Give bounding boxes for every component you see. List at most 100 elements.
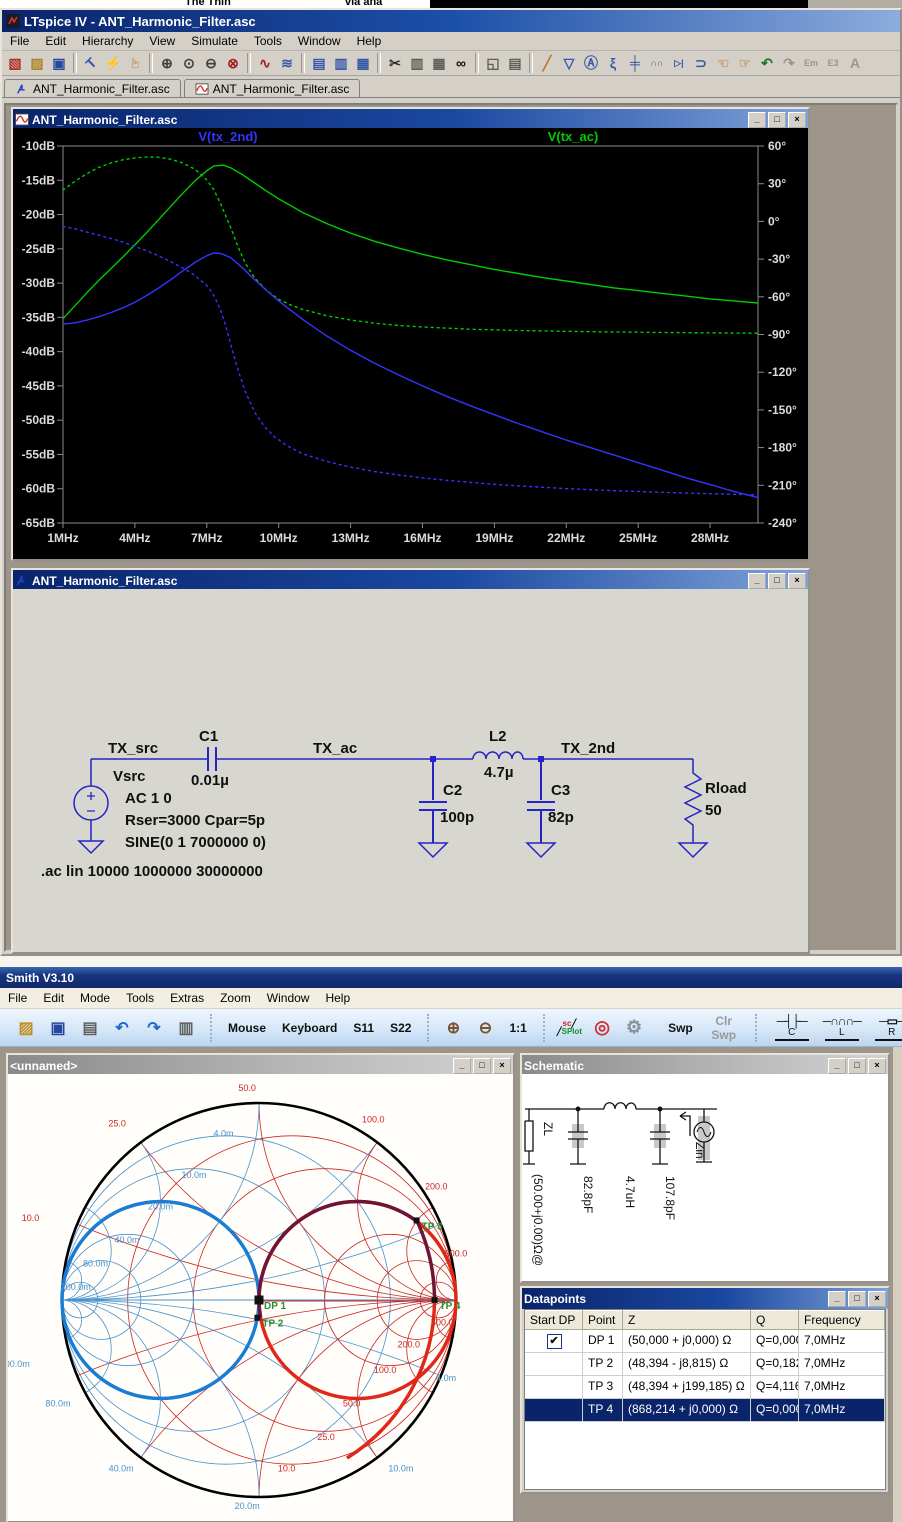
- minimize-button[interactable]: _: [453, 1057, 471, 1074]
- column-header-start-dp[interactable]: Start DP: [525, 1310, 583, 1329]
- redo-icon[interactable]: ↷: [142, 1018, 166, 1038]
- cut-icon[interactable]: ✂: [384, 52, 406, 74]
- table-row[interactable]: ✔ DP 1 (50,000 + j0,000) Ω Q=0,000 7,0MHz: [525, 1330, 885, 1353]
- copy-icon[interactable]: ▥: [174, 1018, 198, 1038]
- cascade-windows-icon[interactable]: ▦: [352, 52, 374, 74]
- table-row[interactable]: TP 2 (48,394 - j8,815) Ω Q=0,182 7,0MHz: [525, 1353, 885, 1376]
- open-file-icon[interactable]: ▨: [26, 52, 48, 74]
- edit-attributes-icon[interactable]: Em: [800, 52, 822, 74]
- maximize-button[interactable]: □: [473, 1057, 491, 1074]
- target-circles-icon[interactable]: ◎: [590, 1017, 614, 1038]
- table-row[interactable]: TP 3 (48,394 + j199,185) Ω Q=4,116 7,0MHz: [525, 1376, 885, 1399]
- ltspice-schematic-canvas[interactable]: TX_src TX_ac TX_2nd C1 0.01µ C2 100p L2 …: [13, 589, 808, 952]
- menu-mode[interactable]: Mode: [72, 989, 118, 1007]
- menu-extras[interactable]: Extras: [162, 989, 212, 1007]
- close-button[interactable]: ×: [868, 1290, 886, 1307]
- zoom-1to1-button[interactable]: 1:1: [505, 1019, 530, 1037]
- draw-wire-icon[interactable]: ╱: [536, 52, 558, 74]
- column-header-point[interactable]: Point: [583, 1310, 623, 1329]
- print-icon[interactable]: ▤: [504, 52, 526, 74]
- new-schematic-icon[interactable]: ▧: [4, 52, 26, 74]
- tab-schematic[interactable]: ANT_Harmonic_Filter.asc: [4, 79, 181, 97]
- tile-horizontally-icon[interactable]: ▤: [308, 52, 330, 74]
- clear-sweep-button[interactable]: Clr Swp: [705, 1012, 743, 1044]
- maximize-button[interactable]: □: [768, 572, 786, 589]
- smith-titlebar[interactable]: Smith V3.10: [0, 967, 902, 988]
- edit-text-icon[interactable]: E3: [822, 52, 844, 74]
- start-dp-cell[interactable]: [525, 1399, 583, 1421]
- smith-chart-titlebar[interactable]: <unnamed> _ □ ×: [8, 1055, 513, 1076]
- zoom-full-extents-icon[interactable]: ⊙: [178, 52, 200, 74]
- column-header-z[interactable]: Z: [623, 1310, 751, 1329]
- menu-tools[interactable]: Tools: [118, 989, 162, 1007]
- add-resistor-button[interactable]: ─▭─ R: [869, 1015, 902, 1041]
- s22-button[interactable]: S22: [386, 1019, 415, 1037]
- close-button[interactable]: ×: [788, 572, 806, 589]
- open-icon[interactable]: ▨: [14, 1018, 38, 1038]
- sc-splot-icon[interactable]: sc╱ ╱SPlot: [557, 1019, 582, 1036]
- table-row[interactable]: TP 4 (868,214 + j0,000) Ω Q=0,000 7,0MHz: [525, 1399, 885, 1422]
- place-diode-icon[interactable]: ▷|: [668, 52, 690, 74]
- drag-icon[interactable]: ☞: [734, 52, 756, 74]
- bode-plot-area[interactable]: -10dB -15dB -20dB -25dB -30dB -35dB -40dB -45dB…: [13, 128, 808, 559]
- minimize-button[interactable]: _: [748, 572, 766, 589]
- menu-simulate[interactable]: Simulate: [183, 32, 246, 50]
- menu-file[interactable]: File: [2, 32, 37, 50]
- move-icon[interactable]: ☜: [712, 52, 734, 74]
- autorange-y-axis-icon[interactable]: ∿: [254, 52, 276, 74]
- menu-tools[interactable]: Tools: [246, 32, 290, 50]
- menu-hierarchy[interactable]: Hierarchy: [74, 32, 141, 50]
- halt-simulation-icon[interactable]: ☞: [124, 52, 146, 74]
- column-header-q[interactable]: Q: [751, 1310, 799, 1329]
- start-dp-cell[interactable]: [525, 1376, 583, 1398]
- place-ground-icon[interactable]: ▽: [558, 52, 580, 74]
- close-button[interactable]: ×: [868, 1057, 886, 1074]
- print-icon[interactable]: ▤: [78, 1018, 102, 1038]
- place-net-label-icon[interactable]: Ⓐ: [580, 52, 602, 74]
- close-button[interactable]: ×: [788, 111, 806, 128]
- print-preview-icon[interactable]: ◱: [482, 52, 504, 74]
- start-dp-cell[interactable]: ✔: [525, 1330, 583, 1352]
- ltspice-titlebar[interactable]: LTspice IV - ANT_Harmonic_Filter.asc: [2, 10, 900, 32]
- menu-help[interactable]: Help: [349, 32, 390, 50]
- add-capacitor-button[interactable]: ─┤├─ C: [769, 1015, 815, 1041]
- minimize-button[interactable]: _: [828, 1290, 846, 1307]
- menu-file[interactable]: File: [0, 989, 35, 1007]
- undo-icon[interactable]: ↶: [110, 1018, 134, 1038]
- start-dp-checkbox[interactable]: ✔: [546, 1334, 562, 1349]
- add-inductor-button[interactable]: ─∩∩∩─ L: [819, 1015, 865, 1041]
- menu-help[interactable]: Help: [317, 989, 358, 1007]
- undo-zoom-icon[interactable]: ⊗: [222, 52, 244, 74]
- menu-zoom[interactable]: Zoom: [212, 989, 259, 1007]
- copy-icon[interactable]: ▥: [406, 52, 428, 74]
- text-tool-icon[interactable]: A: [844, 52, 866, 74]
- menu-window[interactable]: Window: [290, 32, 349, 50]
- mouse-mode-button[interactable]: Mouse: [224, 1019, 270, 1037]
- save-icon[interactable]: ▣: [48, 52, 70, 74]
- menu-edit[interactable]: Edit: [37, 32, 74, 50]
- settings-gear-icon[interactable]: ⚙: [622, 1017, 646, 1038]
- smith-chart-canvas[interactable]: 50.0 25.0 100.0 10.0 200.0 500.0 500.0 200.0 100…: [0, 1074, 513, 1521]
- menu-window[interactable]: Window: [259, 989, 318, 1007]
- start-dp-cell[interactable]: [525, 1353, 583, 1375]
- place-inductor-icon[interactable]: ∩∩: [646, 52, 668, 74]
- zoom-in-icon[interactable]: ⊕: [156, 52, 178, 74]
- mini-schematic-titlebar[interactable]: Schematic _ □ ×: [522, 1055, 888, 1076]
- menu-view[interactable]: View: [141, 32, 183, 50]
- menu-edit[interactable]: Edit: [35, 989, 72, 1007]
- tab-waveform[interactable]: ANT_Harmonic_Filter.asc: [183, 79, 361, 97]
- minimize-button[interactable]: _: [828, 1057, 846, 1074]
- close-button[interactable]: ×: [493, 1057, 511, 1074]
- ltspice-schematic-titlebar[interactable]: ANT_Harmonic_Filter.asc _ □ ×: [13, 570, 808, 591]
- sweep-button[interactable]: Swp: [654, 1019, 697, 1037]
- undo-icon[interactable]: ↶: [756, 52, 778, 74]
- maximize-button[interactable]: □: [848, 1290, 866, 1307]
- keyboard-mode-button[interactable]: Keyboard: [278, 1019, 341, 1037]
- paste-icon[interactable]: ▦: [428, 52, 450, 74]
- tile-vertically-icon[interactable]: ▥: [330, 52, 352, 74]
- place-resistor-icon[interactable]: ξ: [602, 52, 624, 74]
- maximize-button[interactable]: □: [848, 1057, 866, 1074]
- zoom-out-icon[interactable]: ⊖: [473, 1018, 497, 1038]
- maximize-button[interactable]: □: [768, 111, 786, 128]
- waveform-window-titlebar[interactable]: ANT_Harmonic_Filter.asc _ □ ×: [13, 109, 808, 130]
